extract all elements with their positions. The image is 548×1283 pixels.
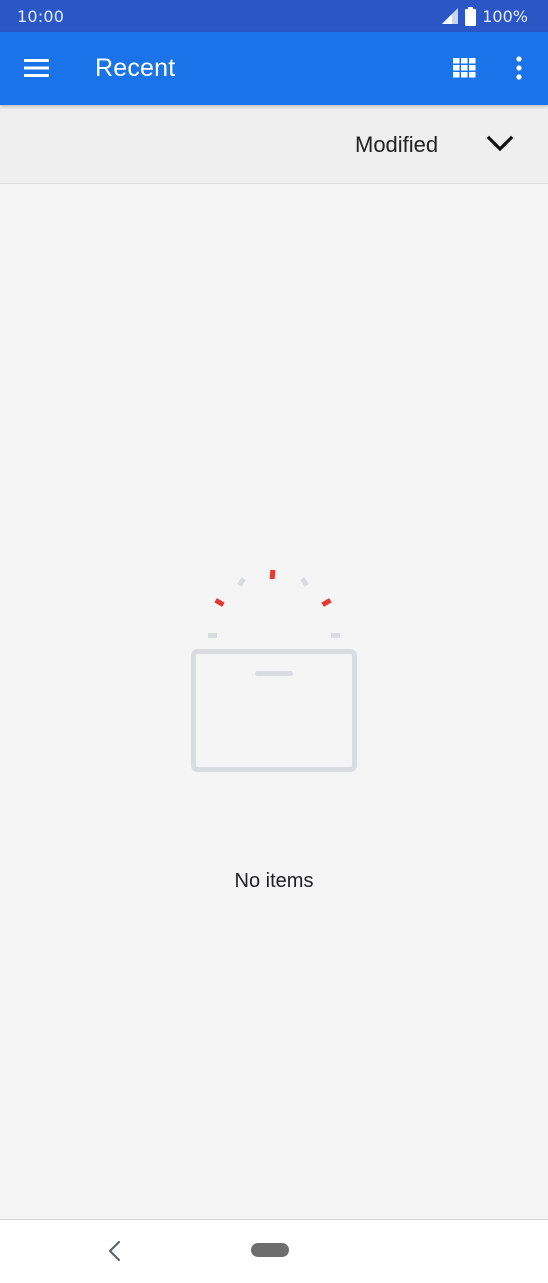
menu-icon[interactable] xyxy=(24,58,50,78)
status-bar: 10:00 100% xyxy=(0,0,548,32)
home-button[interactable] xyxy=(251,1243,289,1257)
app-bar: Recent xyxy=(0,32,548,105)
empty-state-message: No items xyxy=(234,870,314,892)
sort-dropdown-label[interactable]: Modified xyxy=(355,132,438,158)
battery-icon xyxy=(465,6,477,26)
back-icon[interactable] xyxy=(104,1240,124,1262)
chevron-down-icon[interactable] xyxy=(486,134,514,154)
sort-bar[interactable]: Modified xyxy=(0,105,548,184)
status-indicators: 100% xyxy=(441,6,528,26)
empty-box-icon xyxy=(185,562,365,777)
navigation-bar xyxy=(0,1219,548,1283)
signal-icon xyxy=(441,7,459,25)
page-title: Recent xyxy=(95,54,176,82)
grid-view-icon[interactable] xyxy=(453,58,476,78)
more-options-icon[interactable] xyxy=(510,56,528,80)
status-time: 10:00 xyxy=(17,7,65,26)
battery-percentage: 100% xyxy=(482,6,528,26)
